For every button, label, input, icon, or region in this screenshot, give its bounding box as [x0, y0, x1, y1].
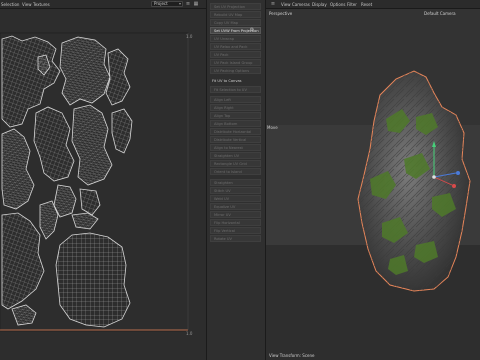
- uv-island: [79, 188, 101, 216]
- tool-button[interactable]: UV Pack Island Group: [210, 59, 261, 66]
- viewport-side-label: Move: [267, 125, 278, 130]
- tool-button[interactable]: Straighten UV: [210, 152, 261, 159]
- tool-button[interactable]: UV Relax and Pack: [210, 43, 261, 50]
- tool-button[interactable]: Flip Vertical: [210, 227, 261, 234]
- uv-island: [1, 128, 35, 210]
- rock-model: [357, 70, 471, 292]
- uv-tool-panel: Set UV Projection Rebuild UV Map Copy UV M…: [206, 0, 266, 360]
- tool-button[interactable]: Equalize UV: [210, 203, 261, 210]
- tool-button[interactable]: Align Right: [210, 104, 261, 111]
- vp-menu-options[interactable]: Options: [330, 2, 345, 7]
- uv-island: [71, 104, 113, 186]
- uv-island: [53, 184, 77, 218]
- uv-island: [71, 212, 99, 230]
- uv-axis-bottom: 1.0: [186, 331, 193, 336]
- tool-button[interactable]: Mirror UV: [210, 211, 261, 218]
- menu-view[interactable]: View: [22, 2, 32, 7]
- uv-island-grid: [55, 232, 131, 328]
- gear-icon[interactable]: ⚙: [249, 27, 255, 33]
- tool-button[interactable]: Set UV Projection: [210, 3, 261, 10]
- uv-axis-top: 1.0: [186, 34, 193, 39]
- tool-button[interactable]: Rotate UV: [210, 235, 261, 242]
- vp-menu-cameras[interactable]: Cameras: [292, 2, 310, 7]
- tool-button[interactable]: Stitch UV: [210, 187, 261, 194]
- vp-menu-reset[interactable]: Reset: [361, 2, 372, 7]
- uv-island: [11, 304, 37, 326]
- uv-island: [59, 36, 111, 106]
- project-select-value: Project: [154, 1, 168, 6]
- layers-icon[interactable]: ≡: [185, 1, 191, 7]
- uv-editor[interactable]: 1.0 1.0: [0, 9, 206, 360]
- vp-menu-display[interactable]: Display: [312, 2, 327, 7]
- tool-button[interactable]: Align to Nearest: [210, 144, 261, 151]
- tool-button[interactable]: Rectangle UV Grid: [210, 160, 261, 167]
- grid-icon[interactable]: ▦: [193, 1, 199, 7]
- tool-button[interactable]: Align Top: [210, 112, 261, 119]
- uv-layout: 1.0 1.0: [0, 32, 193, 336]
- tool-button[interactable]: Align Bottom: [210, 120, 261, 127]
- vp-menu-view[interactable]: View: [281, 2, 291, 7]
- chevron-down-icon: ▾: [178, 1, 181, 6]
- 3d-viewport[interactable]: Perspective Default Camera Move View Tra…: [266, 9, 480, 360]
- viewport-title: Perspective: [269, 11, 293, 16]
- tool-button[interactable]: Fit Selection to UV: [210, 86, 261, 93]
- tool-button[interactable]: UV Pack: [210, 51, 261, 58]
- tool-button[interactable]: Copy UV Map: [210, 19, 261, 26]
- tool-button[interactable]: UV Unwrap: [210, 35, 261, 42]
- tool-button[interactable]: Orient to Island: [210, 168, 261, 175]
- tool-button[interactable]: Align Left: [210, 96, 261, 103]
- project-select[interactable]: Project ▾: [151, 1, 183, 7]
- uv-island: [33, 106, 75, 182]
- tool-panel-section: Fit UV to Canvas: [212, 79, 242, 83]
- tool-button[interactable]: Distribute Horizontal: [210, 128, 261, 135]
- vp-menu-filter[interactable]: Filter: [347, 2, 357, 7]
- tool-button[interactable]: Straighten: [210, 179, 261, 186]
- viewport-status: View Transform: Scene: [269, 353, 315, 358]
- menu-textures[interactable]: Textures: [33, 2, 50, 7]
- tool-button[interactable]: UV Packing Options: [210, 67, 261, 74]
- tool-button[interactable]: Rebuild UV Map: [210, 11, 261, 18]
- viewport-menu-icon[interactable]: ≡: [270, 1, 276, 7]
- uv-island: [1, 212, 45, 310]
- viewport-camera[interactable]: Default Camera: [424, 11, 456, 16]
- tool-button[interactable]: Weld UV: [210, 195, 261, 202]
- tool-button[interactable]: Distribute Vertical: [210, 136, 261, 143]
- uv-island: [105, 48, 131, 106]
- uv-island: [111, 108, 133, 154]
- gizmo-center: [432, 175, 436, 179]
- tool-button[interactable]: Flip Horizontal: [210, 219, 261, 226]
- menu-selection[interactable]: Selection: [1, 2, 19, 7]
